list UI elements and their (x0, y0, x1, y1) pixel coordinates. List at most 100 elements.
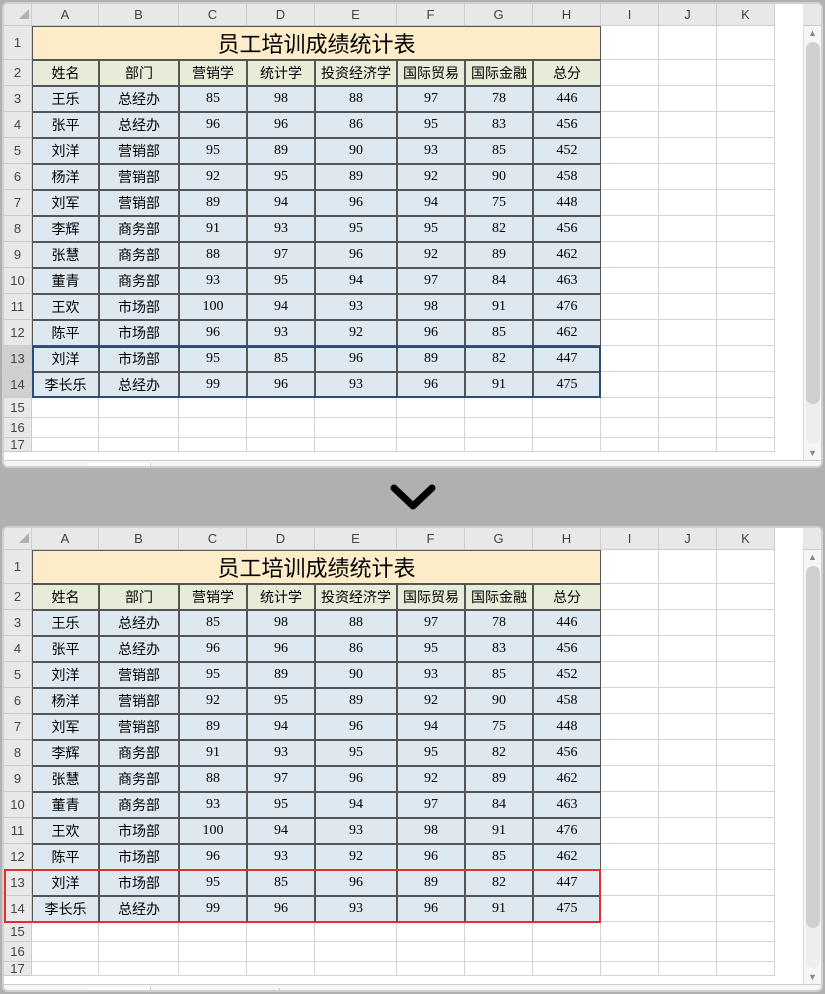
table-cell[interactable]: 88 (179, 242, 247, 268)
table-cell[interactable]: 82 (465, 346, 533, 372)
row-header-10[interactable]: 10 (4, 268, 32, 294)
column-header-C[interactable]: C (179, 4, 247, 26)
column-header-G[interactable]: G (465, 528, 533, 550)
row-header-5[interactable]: 5 (4, 138, 32, 164)
table-cell[interactable]: 452 (533, 138, 601, 164)
table-cell[interactable]: 86 (315, 636, 397, 662)
table-cell[interactable]: 95 (179, 870, 247, 896)
column-header-E[interactable]: E (315, 4, 397, 26)
table-cell[interactable]: 95 (179, 662, 247, 688)
table-cell[interactable]: 94 (397, 190, 465, 216)
tab-nav-prev-icon[interactable]: ◀ (20, 989, 36, 993)
row-header-4[interactable]: 4 (4, 112, 32, 138)
row-header-8[interactable]: 8 (4, 216, 32, 242)
scroll-thumb-v[interactable] (806, 42, 820, 404)
table-cell[interactable]: 92 (179, 164, 247, 190)
table-cell[interactable]: 96 (315, 242, 397, 268)
table-cell[interactable]: 95 (315, 740, 397, 766)
table-cell[interactable]: 张平 (32, 636, 99, 662)
table-cell[interactable]: 88 (315, 86, 397, 112)
column-header-C[interactable]: C (179, 528, 247, 550)
table-cell[interactable]: 96 (179, 844, 247, 870)
column-header-H[interactable]: H (533, 4, 601, 26)
table-cell[interactable]: 刘军 (32, 190, 99, 216)
scroll-left-icon[interactable]: ◀ (487, 468, 501, 469)
table-cell[interactable]: 96 (397, 372, 465, 398)
table-cell[interactable]: 95 (397, 112, 465, 138)
row-header-12[interactable]: 12 (4, 320, 32, 346)
scroll-up-icon[interactable]: ▲ (804, 550, 821, 564)
table-cell[interactable]: 李长乐 (32, 372, 99, 398)
table-cell[interactable]: 99 (179, 896, 247, 922)
scroll-thumb-h[interactable] (567, 992, 740, 993)
table-cell[interactable]: 447 (533, 870, 601, 896)
table-cell[interactable]: 刘军 (32, 714, 99, 740)
grid-cells[interactable]: 员工培训成绩统计表姓名部门营销学统计学投资经济学国际贸易国际金融总分王乐总经办8… (32, 550, 803, 984)
column-header-K[interactable]: K (717, 4, 775, 26)
row-header-6[interactable]: 6 (4, 164, 32, 190)
table-cell[interactable]: 89 (247, 138, 315, 164)
row-header-4[interactable]: 4 (4, 636, 32, 662)
table-cell[interactable]: 95 (179, 138, 247, 164)
table-cell[interactable]: 90 (315, 138, 397, 164)
table-cell[interactable]: 98 (247, 610, 315, 636)
row-header-6[interactable]: 6 (4, 688, 32, 714)
table-cell[interactable]: 商务部 (99, 792, 179, 818)
table-cell[interactable]: 总经办 (99, 610, 179, 636)
column-header-J[interactable]: J (659, 528, 717, 550)
table-cell[interactable]: 458 (533, 164, 601, 190)
sheet-tab-sheet1[interactable]: Sheet1 (88, 987, 151, 992)
table-cell[interactable]: 市场部 (99, 320, 179, 346)
row-header-1[interactable]: 1 (4, 26, 32, 60)
table-cell[interactable]: 91 (465, 372, 533, 398)
table-cell[interactable]: 462 (533, 844, 601, 870)
table-cell[interactable]: 91 (465, 896, 533, 922)
table-cell[interactable]: 总经办 (99, 86, 179, 112)
table-cell[interactable]: 94 (247, 190, 315, 216)
table-cell[interactable]: 448 (533, 190, 601, 216)
table-cell[interactable]: 97 (247, 242, 315, 268)
table-cell[interactable]: 456 (533, 216, 601, 242)
table-cell[interactable]: 93 (179, 792, 247, 818)
table-cell[interactable]: 营销部 (99, 164, 179, 190)
table-cell[interactable]: 83 (465, 112, 533, 138)
table-cell[interactable]: 463 (533, 268, 601, 294)
scroll-left-icon[interactable]: ◀ (551, 992, 565, 993)
table-cell[interactable]: 75 (465, 714, 533, 740)
row-header-14[interactable]: 14 (4, 896, 32, 922)
scroll-thumb-v[interactable] (806, 566, 820, 928)
table-cell[interactable]: 97 (247, 766, 315, 792)
table-cell[interactable]: 市场部 (99, 844, 179, 870)
table-cell[interactable]: 董青 (32, 268, 99, 294)
table-cell[interactable]: 89 (179, 714, 247, 740)
tab-nav-last-icon[interactable]: ▶| (52, 465, 68, 469)
table-cell[interactable]: 96 (179, 320, 247, 346)
table-cell[interactable]: 市场部 (99, 346, 179, 372)
table-cell[interactable]: 营销部 (99, 688, 179, 714)
table-cell[interactable]: 93 (247, 320, 315, 346)
row-header-11[interactable]: 11 (4, 294, 32, 320)
row-header-17[interactable]: 17 (4, 438, 32, 452)
table-cell[interactable]: 94 (247, 818, 315, 844)
table-cell[interactable]: 91 (465, 294, 533, 320)
table-cell[interactable]: 商务部 (99, 766, 179, 792)
table-cell[interactable]: 92 (397, 688, 465, 714)
table-cell[interactable]: 93 (179, 268, 247, 294)
table-cell[interactable]: 93 (315, 896, 397, 922)
table-cell[interactable]: 89 (465, 242, 533, 268)
table-cell[interactable]: 商务部 (99, 268, 179, 294)
table-cell[interactable]: 王乐 (32, 86, 99, 112)
table-cell[interactable]: 王欢 (32, 294, 99, 320)
table-cell[interactable]: 张慧 (32, 766, 99, 792)
table-cell[interactable]: 462 (533, 766, 601, 792)
table-cell[interactable]: 89 (397, 870, 465, 896)
table-cell[interactable]: 85 (465, 320, 533, 346)
table-cell[interactable]: 84 (465, 792, 533, 818)
table-cell[interactable]: 462 (533, 320, 601, 346)
table-cell[interactable]: 89 (315, 164, 397, 190)
table-cell[interactable]: 93 (397, 138, 465, 164)
column-header-I[interactable]: I (601, 4, 659, 26)
tab-nav-first-icon[interactable]: |◀ (4, 989, 20, 993)
table-cell[interactable]: 85 (179, 610, 247, 636)
tab-nav-first-icon[interactable]: |◀ (4, 465, 20, 469)
